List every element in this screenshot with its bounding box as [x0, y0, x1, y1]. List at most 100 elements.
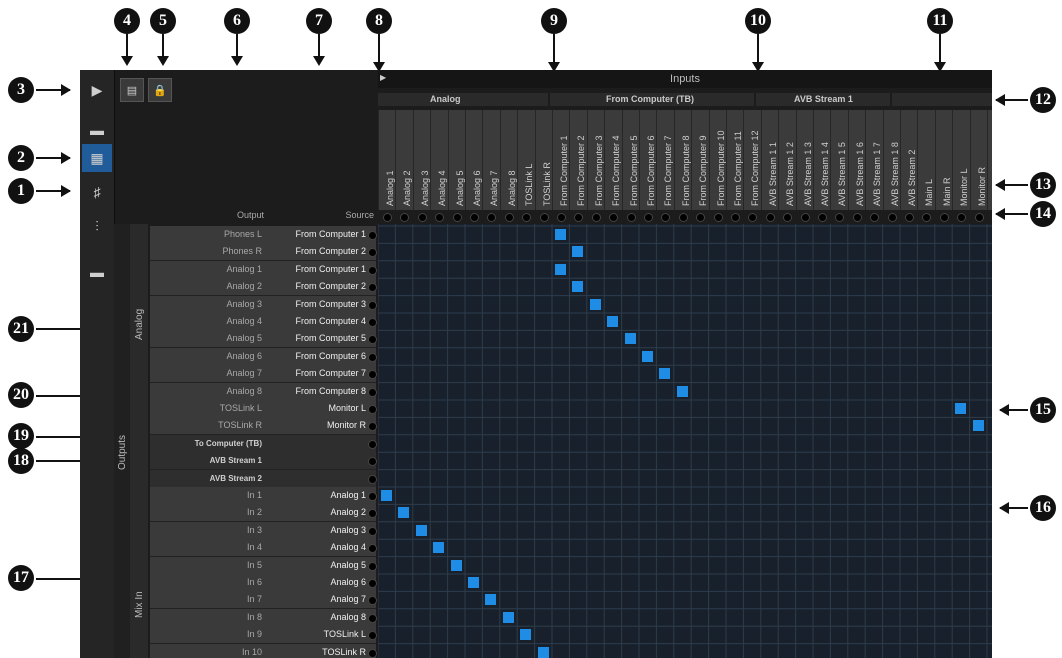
route-cell-active[interactable]	[607, 316, 619, 327]
column-header[interactable]: AVB Stream 1 2	[778, 110, 797, 210]
source-name[interactable]: Analog 7	[266, 591, 366, 608]
source-name[interactable]: From Computer 1	[266, 226, 366, 243]
routing-grid[interactable]	[378, 224, 992, 658]
route-cell-active[interactable]	[572, 281, 584, 293]
source-name[interactable]: From Computer 2	[266, 278, 366, 295]
column-header[interactable]: From Computer 7	[656, 110, 675, 210]
route-cell-active[interactable]	[659, 368, 671, 380]
route-cell-active[interactable]	[468, 577, 479, 588]
table-row[interactable]: Analog 4 From Computer 4	[150, 313, 377, 331]
table-row[interactable]: In 10 TOSLink R	[150, 643, 377, 658]
route-cell-active[interactable]	[433, 542, 445, 554]
column-header[interactable]: AVB Stream 2	[900, 110, 918, 210]
route-cell-active[interactable]	[676, 385, 688, 397]
table-row[interactable]: In 6 Analog 6	[150, 574, 377, 592]
routing-view-button[interactable]: ▤	[120, 78, 144, 102]
row-select-dot[interactable]	[368, 648, 377, 658]
table-row[interactable]: In 8 Analog 8	[150, 608, 377, 627]
row-select-dot[interactable]	[368, 370, 377, 380]
column-header[interactable]: Analog 4	[430, 110, 449, 210]
column-select-dot[interactable]	[974, 213, 984, 222]
expand-arrow-icon[interactable]: ▶	[380, 73, 386, 82]
column-select-dot[interactable]	[435, 213, 445, 222]
column-header[interactable]: TOSLink L	[517, 110, 536, 210]
table-row[interactable]: In 4 Analog 4	[150, 539, 377, 558]
column-select-dot[interactable]	[661, 213, 671, 222]
column-header[interactable]: AVB Stream 1 8	[882, 110, 901, 210]
row-select-dot[interactable]	[368, 579, 377, 588]
group-analog[interactable]: Analog	[378, 93, 548, 106]
column-select-dot[interactable]	[835, 213, 845, 222]
table-row[interactable]: In 5 Analog 5	[150, 556, 377, 575]
row-select-dot[interactable]	[368, 474, 377, 484]
column-select-dot[interactable]	[626, 213, 636, 222]
table-row[interactable]: Analog 3 From Computer 3	[150, 295, 377, 314]
group-avb1[interactable]: AVB Stream 1	[756, 93, 890, 106]
column-header[interactable]: TOSLink R	[534, 110, 553, 210]
row-select-dot[interactable]	[368, 231, 377, 240]
row-select-dot[interactable]	[368, 492, 377, 501]
column-header[interactable]: From Computer 2	[569, 110, 588, 210]
source-name[interactable]: Analog 1	[266, 487, 366, 504]
row-select-dot[interactable]	[368, 561, 377, 571]
column-select-dot[interactable]	[504, 213, 514, 222]
group-from-computer[interactable]: From Computer (TB)	[550, 93, 754, 106]
column-header[interactable]: AVB Stream 1 5	[830, 110, 849, 210]
row-select-dot[interactable]	[368, 318, 377, 327]
table-row[interactable]: In 1 Analog 1	[150, 487, 377, 505]
column-select-dot[interactable]	[417, 213, 427, 222]
source-name[interactable]: Analog 2	[266, 504, 366, 521]
route-cell-active[interactable]	[555, 263, 566, 275]
column-select-dot[interactable]	[748, 213, 758, 222]
source-name[interactable]: Analog 5	[266, 557, 366, 574]
table-row[interactable]: TOSLink L Monitor L	[150, 400, 377, 418]
column-header[interactable]: From Computer 1	[552, 110, 570, 210]
table-row[interactable]: Analog 6 From Computer 6	[150, 347, 377, 366]
route-cell-active[interactable]	[537, 646, 549, 658]
source-name[interactable]: Analog 4	[266, 539, 366, 556]
table-row[interactable]: In 7 Analog 7	[150, 591, 377, 610]
table-row[interactable]: In 9 TOSLink L	[150, 626, 377, 645]
source-name[interactable]: From Computer 1	[266, 261, 366, 278]
column-header[interactable]: From Computer 9	[691, 110, 710, 210]
group-main[interactable]	[892, 93, 992, 106]
device-icon[interactable]: ▬	[82, 116, 112, 144]
column-select-dot[interactable]	[574, 213, 584, 222]
column-header[interactable]: From Computer 5	[621, 110, 640, 210]
routing-grid-icon[interactable]: ▦	[82, 144, 112, 172]
column-header[interactable]: Main R	[934, 110, 953, 210]
expand-sidebar-button[interactable]: ▶	[82, 76, 112, 104]
source-name[interactable]: TOSLink L	[266, 626, 366, 643]
column-select-dot[interactable]	[644, 213, 653, 222]
route-cell-active[interactable]	[972, 420, 984, 432]
row-select-dot[interactable]	[368, 248, 377, 258]
row-select-dot[interactable]	[368, 631, 377, 641]
source-name[interactable]: Analog 3	[266, 522, 366, 539]
row-select-dot[interactable]	[368, 439, 377, 449]
column-header[interactable]: AVB Stream 1 3	[795, 110, 814, 210]
source-name[interactable]: From Computer 2	[266, 243, 366, 260]
column-select-dot[interactable]	[470, 213, 479, 222]
table-row[interactable]: In 2 Analog 2	[150, 504, 377, 523]
column-header[interactable]: AVB Stream 1 1	[760, 110, 779, 210]
column-header[interactable]: Aux 1	[987, 110, 992, 210]
column-select-dot[interactable]	[870, 213, 880, 222]
row-select-dot[interactable]	[368, 509, 377, 519]
row-select-dot[interactable]	[368, 265, 377, 275]
column-header[interactable]: AVB Stream 1 4	[813, 110, 831, 210]
row-select-dot[interactable]	[368, 613, 377, 623]
column-header[interactable]: From Computer 8	[673, 110, 692, 210]
column-header[interactable]: Analog 6	[465, 110, 483, 210]
table-row[interactable]: Analog 7 From Computer 7	[150, 365, 377, 384]
column-header[interactable]: From Computer 11	[726, 110, 744, 210]
column-header[interactable]: Analog 1	[378, 110, 396, 210]
column-header[interactable]: Analog 2	[395, 110, 414, 210]
row-select-dot[interactable]	[368, 422, 377, 432]
row-select-dot[interactable]	[368, 335, 377, 345]
route-cell-active[interactable]	[955, 403, 967, 414]
table-row[interactable]: To Computer (TB)	[150, 434, 377, 453]
table-row[interactable]: In 3 Analog 3	[150, 521, 377, 540]
table-row[interactable]: Analog 2 From Computer 2	[150, 278, 377, 297]
source-name[interactable]: Monitor R	[266, 417, 366, 434]
column-header[interactable]: Analog 5	[447, 110, 466, 210]
